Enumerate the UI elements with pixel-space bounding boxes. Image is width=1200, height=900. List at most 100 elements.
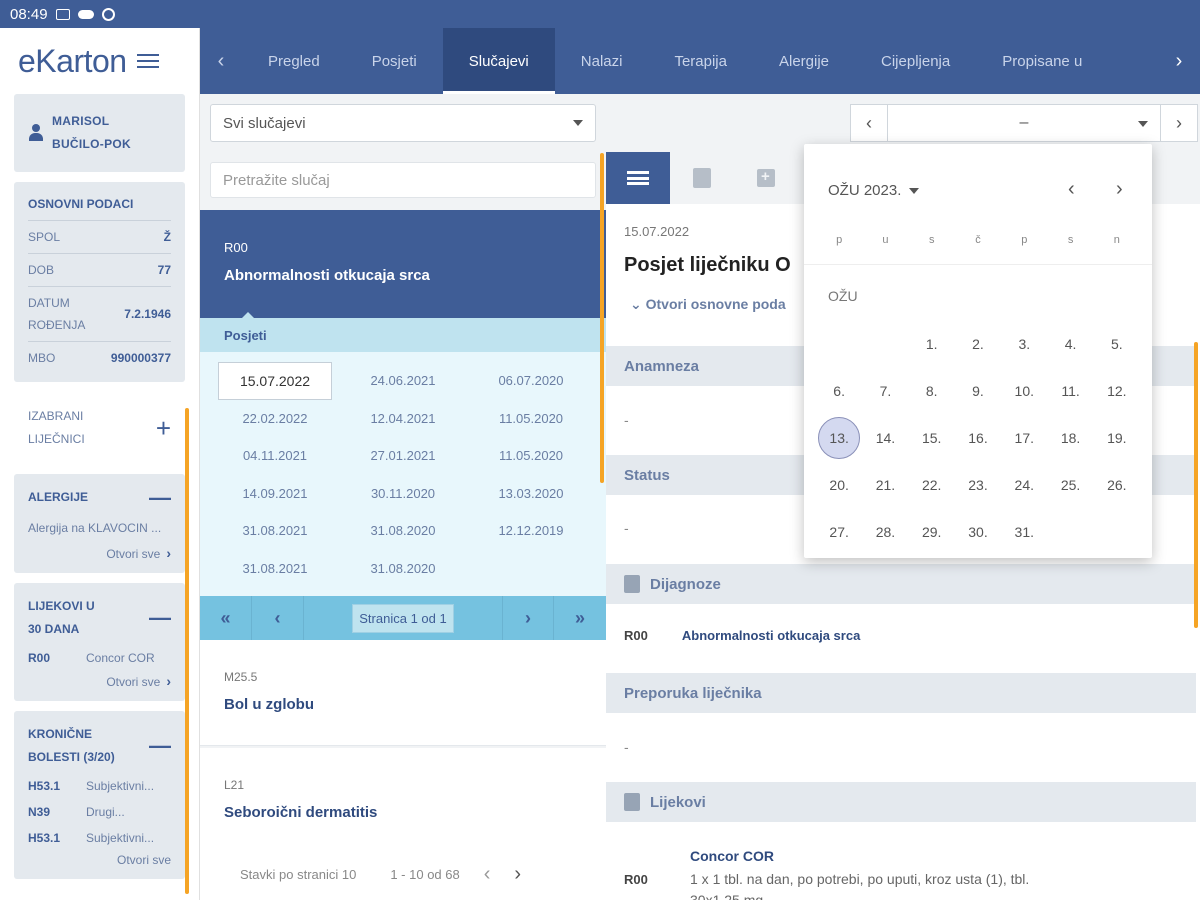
tabs-prev-icon[interactable]: ‹ [200,50,242,73]
calendar-day[interactable]: 22. [909,461,955,508]
list-view-button[interactable] [606,152,670,204]
tab-nalazi[interactable]: Nalazi [555,28,649,94]
visit-date-cell[interactable]: 11.05.2020 [476,400,586,438]
case-item[interactable]: M25.5 Bol u zglobu [200,640,606,746]
calendar-day[interactable]: 24. [1001,461,1047,508]
next-month-icon[interactable]: › [1116,178,1123,201]
chronic-card: KRONIČNE BOLESTI (3/20) — H53.1 Subjektivni… [14,711,185,879]
calendar-day[interactable]: 12. [1094,367,1140,414]
tabs-next-icon[interactable]: › [1158,28,1200,94]
add-icon[interactable]: + [156,415,171,441]
calendar-day[interactable]: 18. [1047,414,1093,461]
calendar-day[interactable]: 16. [955,414,1001,461]
collapse-icon[interactable]: — [149,735,171,757]
tab-pregled[interactable]: Pregled [242,28,346,94]
calendar-day[interactable]: 6. [816,367,862,414]
visit-date-cell[interactable]: 14.09.2021 [220,475,330,513]
day-number: 14. [875,429,896,446]
visit-date-cell[interactable]: 27.01.2021 [348,437,458,475]
cases-scrollbar[interactable] [600,153,604,483]
calendar-day[interactable]: 7. [862,367,908,414]
calendar-day[interactable]: 1. [909,320,955,367]
calendar-day[interactable]: 11. [1047,367,1093,414]
calendar-day[interactable]: 8. [909,367,955,414]
calendar-day[interactable]: 19. [1094,414,1140,461]
tab-alergije[interactable]: Alergije [753,28,855,94]
chevron-right-icon[interactable]: › [514,863,521,886]
chevron-left-icon[interactable]: ‹ [484,863,491,886]
calendar-day[interactable]: 31. [1001,508,1047,555]
day-number: 1. [925,335,938,352]
visit-date-cell[interactable]: 11.05.2020 [476,437,586,475]
first-page-icon[interactable]: « [200,596,252,640]
tab-slucajevi[interactable]: Slučajevi [442,28,555,94]
case-search-input[interactable]: Pretražite slučaj [210,162,596,198]
month-year-selector[interactable]: OŽU 2023. [828,182,920,199]
calendar-day[interactable]: 20. [816,461,862,508]
calendar-day[interactable]: 28. [862,508,908,555]
prev-page-icon[interactable]: ‹ [252,596,304,640]
calendar-day[interactable]: 4. [1047,320,1093,367]
visit-date-cell[interactable]: 04.11.2021 [220,437,330,475]
detail-scrollbar[interactable] [1194,342,1198,628]
value: Ž [163,230,171,244]
visit-date-cell[interactable]: 31.08.2020 [348,512,458,550]
calendar-day[interactable]: 9. [955,367,1001,414]
next-page-icon[interactable]: › [502,596,554,640]
visit-date-cell[interactable]: 31.08.2020 [348,550,458,588]
date-select[interactable]: – [888,104,1160,142]
meds-open-all[interactable]: Otvori sve › [28,671,171,693]
items-per-page[interactable]: Stavki po stranici 10 [240,867,356,882]
visit-date-cell[interactable]: 24.06.2021 [348,362,458,400]
active-case[interactable]: R00 Abnormalnosti otkucaja srca [200,210,606,318]
visit-date-cell[interactable]: 15.07.2022 [218,362,332,400]
calendar-day[interactable]: 29. [909,508,955,555]
visit-date-cell[interactable]: 30.11.2020 [348,475,458,513]
tab-propisane[interactable]: Propisane u [976,28,1108,94]
prev-date-icon[interactable]: ‹ [850,104,888,142]
calendar-day[interactable]: 3. [1001,320,1047,367]
tab-posjeti[interactable]: Posjeti [346,28,443,94]
chosen-doctors-row[interactable]: IZABRANI LIJEČNICI + [14,392,185,464]
visit-date-cell[interactable]: 13.03.2020 [476,475,586,513]
menu-icon[interactable] [136,54,159,68]
calendar-day[interactable]: 15. [909,414,955,461]
collapse-icon[interactable]: — [149,607,171,629]
chronic-open-all[interactable]: Otvori sve [28,851,171,871]
visit-date-cell[interactable]: 12.12.2019 [476,512,586,550]
next-date-icon[interactable]: › [1160,104,1198,142]
visit-date-cell[interactable]: 22.02.2022 [220,400,330,438]
calendar-day[interactable]: 13. [816,414,862,461]
calendar-day[interactable]: 10. [1001,367,1047,414]
calendar-day[interactable]: 5. [1094,320,1140,367]
tab-terapija[interactable]: Terapija [648,28,753,94]
patient-card[interactable]: MARISOL BUČILO-POK [14,94,185,172]
open-basic-data-link[interactable]: ⌄ Otvori osnovne poda [630,296,804,313]
person-icon [28,124,44,142]
calendar-day[interactable]: 2. [955,320,1001,367]
basic-info-title: OSNOVNI PODACI [28,190,171,221]
visit-date-cell[interactable]: 06.07.2020 [476,362,586,400]
prev-month-icon[interactable]: ‹ [1068,178,1075,201]
case-filter-select[interactable]: Svi slučajevi [210,104,596,142]
visit-date-cell[interactable]: 31.08.2021 [220,550,330,588]
basic-row: DATUM ROĐENJA 7.2.1946 [28,287,171,342]
calendar-day[interactable]: 17. [1001,414,1047,461]
calendar-day[interactable]: 14. [862,414,908,461]
book-view-button[interactable] [670,152,734,204]
calendar-day[interactable]: 25. [1047,461,1093,508]
last-page-icon[interactable]: » [554,596,606,640]
collapse-icon[interactable]: — [149,486,171,508]
calendar-day[interactable]: 30. [955,508,1001,555]
medicine-view-button[interactable] [734,152,798,204]
allergies-open-all[interactable]: Otvori sve › [28,543,171,565]
sidebar-scrollbar[interactable] [185,408,189,894]
calendar-day[interactable]: 27. [816,508,862,555]
calendar-day[interactable]: 23. [955,461,1001,508]
tab-cijepljenja[interactable]: Cijepljenja [855,28,976,94]
visit-date-cell[interactable]: 12.04.2021 [348,400,458,438]
case-item[interactable]: L21 Seboroični dermatitis [200,748,606,854]
calendar-day[interactable]: 26. [1094,461,1140,508]
visit-date-cell[interactable]: 31.08.2021 [220,512,330,550]
calendar-day[interactable]: 21. [862,461,908,508]
